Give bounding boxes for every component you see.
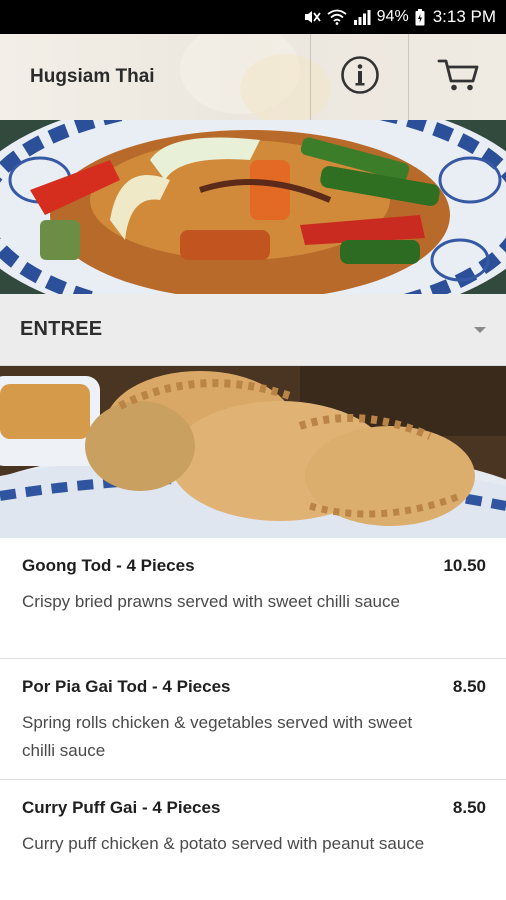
menu-item-price: 8.50: [452, 798, 486, 817]
menu-item[interactable]: Curry Puff Gai - 4 Pieces 8.50 Curry puf…: [0, 780, 506, 900]
menu-item-description: Crispy bried prawns served with sweet ch…: [22, 592, 400, 611]
menu-item-description: Spring rolls chicken & vegetables served…: [22, 713, 413, 760]
category-hero-image: [0, 366, 506, 538]
cart-button[interactable]: [408, 34, 506, 120]
battery-icon: [415, 8, 425, 26]
menu-item-price: 10.50: [443, 556, 486, 575]
mute-icon: [303, 9, 321, 25]
status-bar: 94% 3:13 PM: [0, 0, 506, 34]
cart-icon: [437, 57, 479, 98]
signal-icon: [353, 9, 371, 25]
category-dropdown[interactable]: ENTREE: [0, 294, 506, 366]
menu-list: Goong Tod - 4 Pieces 10.50 Crispy bried …: [0, 538, 506, 900]
category-label: ENTREE: [20, 318, 103, 340]
info-button[interactable]: [310, 34, 408, 120]
menu-item-name: Por Pia Gai Tod - 4 Pieces: [22, 677, 231, 696]
menu-item[interactable]: Por Pia Gai Tod - 4 Pieces 8.50 Spring r…: [0, 659, 506, 780]
battery-percent: 94%: [376, 8, 409, 25]
dropdown-caret-icon: [474, 326, 486, 333]
menu-item[interactable]: Goong Tod - 4 Pieces 10.50 Crispy bried …: [0, 538, 506, 659]
status-time: 3:13 PM: [432, 7, 496, 26]
app-header: Hugsiam Thai: [0, 34, 506, 120]
app-title: Hugsiam Thai: [30, 66, 155, 87]
menu-item-price: 8.50: [452, 677, 486, 696]
category-banner-image: [0, 120, 506, 294]
info-icon: [340, 55, 380, 100]
menu-item-name: Curry Puff Gai - 4 Pieces: [22, 798, 221, 817]
menu-item-description: Curry puff chicken & potato served with …: [22, 834, 425, 853]
menu-item-name: Goong Tod - 4 Pieces: [22, 556, 195, 575]
wifi-icon: [327, 9, 347, 25]
